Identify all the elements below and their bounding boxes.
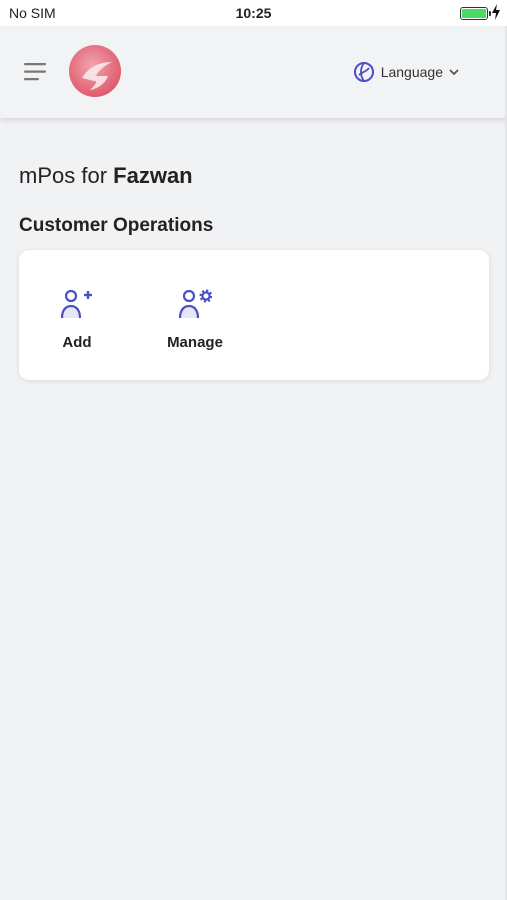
- battery-icon: [460, 7, 491, 20]
- charging-bolt-icon: [492, 4, 500, 20]
- customer-operations-card: Add Manage: [19, 250, 489, 380]
- language-selector[interactable]: Language: [353, 60, 459, 84]
- app-logo: [69, 45, 121, 97]
- greeting-prefix: mPos for: [19, 163, 108, 188]
- hamburger-icon[interactable]: [24, 62, 48, 82]
- add-label: Add: [62, 334, 92, 351]
- globe-icon: [353, 62, 374, 82]
- status-time: 10:25: [235, 5, 272, 21]
- language-label: Language: [380, 64, 443, 80]
- section-title: Customer Operations: [19, 215, 214, 236]
- chevron-down-icon: [449, 69, 459, 76]
- greeting: mPos for Fazwan: [19, 163, 193, 189]
- user-name: Fazwan: [113, 163, 193, 188]
- app-header: Language: [0, 26, 507, 118]
- manage-label: Manage: [167, 334, 223, 351]
- manage-customer-button[interactable]: Manage: [145, 250, 245, 380]
- manage-user-icon: [178, 289, 212, 319]
- status-bar: No SIM 10:25: [0, 0, 507, 26]
- add-customer-button[interactable]: Add: [27, 250, 127, 380]
- add-user-icon: [60, 289, 92, 319]
